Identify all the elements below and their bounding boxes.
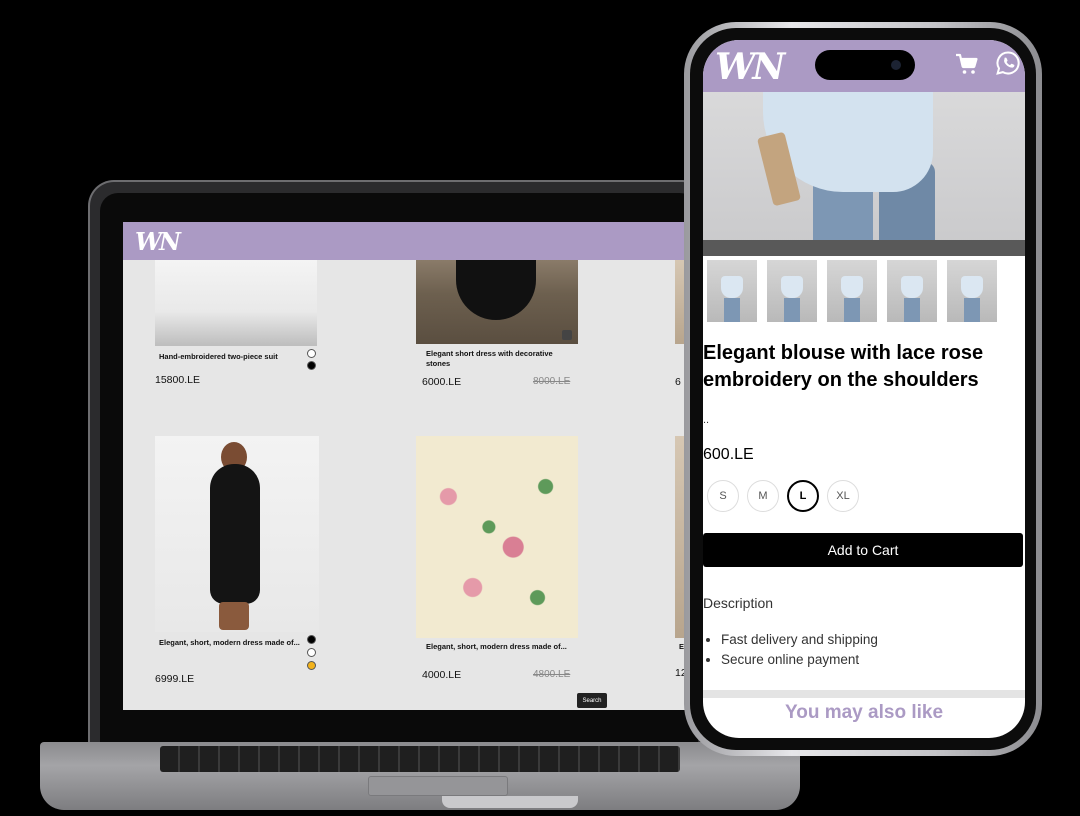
- size-selector: S M L XL: [707, 480, 907, 514]
- phone-screen: WN Elegant blouse with lace rose embroid…: [703, 40, 1025, 738]
- color-swatch-white[interactable]: [307, 648, 316, 657]
- color-swatch-black[interactable]: [307, 635, 316, 644]
- thumbnail-image[interactable]: [887, 260, 937, 322]
- size-option-s[interactable]: S: [707, 480, 739, 512]
- product-price: 6000.LE: [422, 376, 462, 388]
- product-title[interactable]: Hand-embroidered two-piece suit: [159, 352, 309, 362]
- thumbnail-strip: [707, 260, 1025, 322]
- model-dress: [210, 464, 260, 604]
- product-hero-image[interactable]: [703, 92, 1025, 256]
- product-title[interactable]: Elegant, short, modern dress made of...: [426, 642, 576, 652]
- dynamic-island: [815, 50, 915, 80]
- product-title: Elegant blouse with lace rose embroidery…: [703, 342, 984, 391]
- laptop-notch: [442, 796, 578, 808]
- product-price: 15800.LE: [155, 374, 200, 386]
- product-price: 4000.LE: [422, 669, 462, 681]
- hero-floor: [703, 240, 1025, 256]
- thumbnail-image[interactable]: [707, 260, 757, 322]
- desktop-logo[interactable]: WN: [135, 227, 181, 256]
- size-option-l[interactable]: L: [787, 480, 819, 512]
- product-image-corset-dress[interactable]: [155, 436, 319, 632]
- product-price-partial: 6: [675, 376, 681, 388]
- shopping-cart-icon[interactable]: [955, 52, 979, 76]
- model-legs: [219, 602, 249, 630]
- color-swatch-yellow[interactable]: [307, 661, 316, 670]
- product-old-price: 8000.LE: [533, 376, 571, 387]
- feature-item: Secure online payment: [721, 650, 878, 670]
- laptop-screen: WN Hand-embroidered two-piece suit 15800…: [123, 222, 698, 710]
- feature-list: Fast delivery and shipping Secure online…: [721, 630, 878, 670]
- product-image-suit[interactable]: [155, 260, 317, 346]
- section-divider: [703, 690, 1025, 698]
- add-to-cart-button[interactable]: Add to Cart: [703, 533, 1023, 567]
- image-badge-icon: [562, 330, 572, 340]
- product-short-description: ..: [703, 414, 710, 426]
- mobile-header: WN: [703, 40, 1025, 92]
- product-title[interactable]: Elegant short dress with decorative ston…: [426, 349, 576, 369]
- search-button[interactable]: Search: [577, 693, 607, 708]
- size-option-xl[interactable]: XL: [827, 480, 859, 512]
- color-swatch-black[interactable]: [307, 361, 316, 370]
- product-price: 6999.LE: [155, 673, 195, 685]
- laptop-keyboard: [160, 746, 680, 772]
- whatsapp-icon[interactable]: [995, 50, 1021, 76]
- product-image-floral-dress[interactable]: [416, 436, 578, 638]
- product-old-price: 4800.LE: [533, 669, 571, 680]
- you-may-also-like-heading: You may also like: [784, 702, 944, 723]
- feature-item: Fast delivery and shipping: [721, 630, 878, 650]
- description-heading[interactable]: Description: [703, 595, 773, 611]
- laptop-trackpad: [368, 776, 508, 796]
- size-option-m[interactable]: M: [747, 480, 779, 512]
- product-price: 600.LE: [703, 446, 754, 463]
- thumbnail-image[interactable]: [827, 260, 877, 322]
- thumbnail-image[interactable]: [947, 260, 997, 322]
- thumbnail-image[interactable]: [767, 260, 817, 322]
- product-title[interactable]: Elegant, short, modern dress made of...: [159, 638, 305, 648]
- color-swatch-white[interactable]: [307, 349, 316, 358]
- mobile-logo[interactable]: WN: [715, 46, 785, 88]
- desktop-header: WN: [123, 222, 698, 260]
- product-image-black-dress[interactable]: [416, 260, 578, 344]
